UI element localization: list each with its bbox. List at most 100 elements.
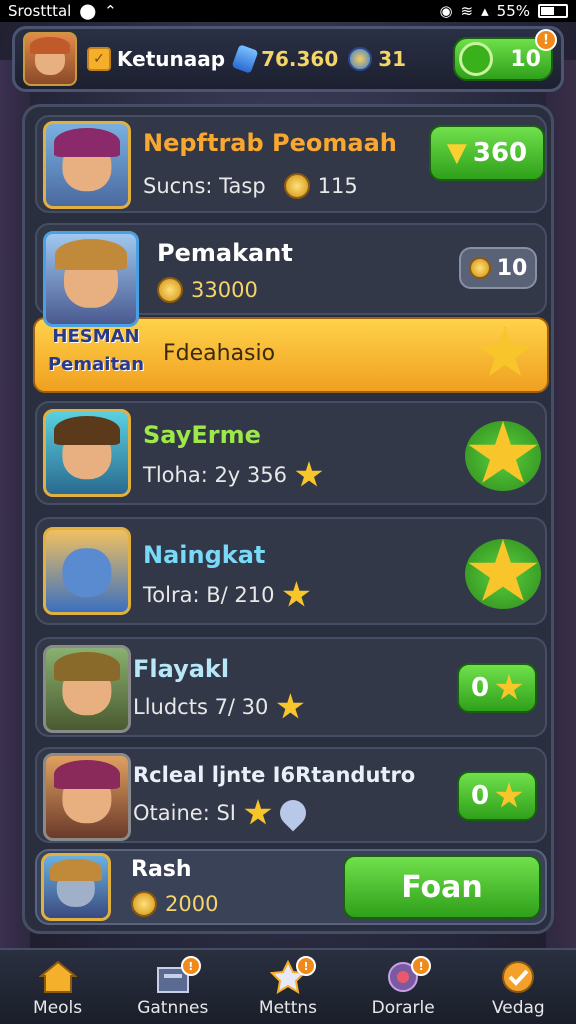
nav-label: Meols (33, 998, 83, 1018)
featured-coins-group: 33000 (157, 277, 258, 303)
list-item[interactable]: SayErme Tloha: 2y 356 (35, 401, 547, 505)
banner-logo-line2: Pemaitan (47, 354, 145, 375)
list-item[interactable]: Rcleal ljnte I6Rtandutro Otaine: SI 0 (35, 747, 547, 843)
star-icon (495, 782, 523, 808)
player-name: Naingkat (143, 541, 266, 569)
feather-icon (274, 794, 312, 832)
leaderboard-panel: Nepftrab Peomaah Sucns: Tasp 115 ▼ 360 P… (22, 104, 554, 934)
featured-coins: 33000 (191, 278, 258, 302)
footer-name: Rash (131, 857, 192, 882)
player-name: Ketunaap (117, 47, 226, 71)
header-count: 115 (317, 174, 358, 198)
nav-item-shop[interactable]: ! Gatnnes (123, 956, 223, 1018)
nav-notification-badge: ! (411, 956, 432, 976)
player-stat-group: Lludcts 7/ 30 (133, 693, 304, 721)
player-avatar[interactable] (23, 32, 77, 86)
player-stat: Lludcts 7/ 30 (133, 695, 269, 719)
featured-pill[interactable]: 10 (459, 247, 537, 289)
star-icon (478, 327, 532, 377)
down-arrow-icon: ▼ (446, 138, 467, 168)
header-title: Nepftrab Peomaah (143, 129, 397, 157)
nav-item-home[interactable]: Meols (8, 960, 108, 1018)
player-portrait (43, 409, 131, 497)
featured-name: Pemakant (157, 239, 293, 267)
player-portrait (43, 645, 131, 733)
energy-button[interactable]: 10 ! (453, 29, 557, 81)
player-name: Rcleal ljnte I6Rtandutro (133, 763, 416, 787)
app-status-icon: ⬤ (79, 2, 97, 20)
featured-portrait (43, 231, 139, 327)
star-icon (295, 461, 323, 487)
coin-icon (157, 277, 183, 303)
alarm-icon: ◉ (439, 2, 453, 20)
star-icon (244, 799, 272, 825)
coin-icon (131, 891, 157, 917)
player-stat: Tolra: B/ 210 (143, 583, 275, 607)
nav-label: Gatnnes (137, 998, 209, 1018)
banner-logo: HESMAN Pemaitan (41, 323, 151, 389)
energy-value: 10 (510, 46, 541, 72)
nav-label: Vedag (491, 998, 545, 1018)
wifi-icon: ≋ (460, 2, 474, 20)
star-icon (495, 674, 523, 700)
header-subtitle-group: Sucns: Tasp 115 (143, 173, 358, 199)
coin-value: 31 (378, 47, 407, 71)
status-bar: Srostttal ⬤ ⌃ ◉ ≋ ▴ 55% (0, 0, 576, 22)
footer-button-label: Foan (401, 869, 483, 905)
resource-bar: ✓ Ketunaap 76.360 31 10 ! (12, 26, 564, 92)
player-stat-group: Otaine: SI (133, 794, 312, 832)
gem-value: 76.360 (261, 47, 339, 71)
nav-label: Dorarle (371, 998, 435, 1018)
battery-icon (538, 4, 568, 18)
nav-item-tasks[interactable]: Vedag (468, 960, 568, 1018)
footer-action-button[interactable]: Foan (343, 855, 541, 919)
footer-coins: 2000 (165, 892, 219, 916)
header-subtitle: Sucns: Tasp (143, 174, 266, 198)
player-name-group: ✓ Ketunaap (87, 47, 225, 71)
nav-item-events[interactable]: ! Mettns (238, 956, 338, 1018)
signal-icon: ▴ (481, 2, 489, 20)
header-row[interactable]: Nepftrab Peomaah Sucns: Tasp 115 ▼ 360 (35, 115, 547, 213)
nav-notification-badge: ! (295, 956, 316, 976)
gem-counter[interactable]: 76.360 (231, 44, 339, 74)
claim-button[interactable]: 0 (457, 771, 537, 821)
footer-portrait (41, 853, 111, 921)
battery-level: 55% (496, 2, 530, 20)
list-item[interactable]: Naingkat Tolra: B/ 210 (35, 517, 547, 625)
player-portrait (43, 753, 131, 841)
footer-coins-group: 2000 (131, 891, 218, 917)
globe-icon (459, 42, 493, 76)
energy-notification-badge: ! (535, 29, 557, 51)
coin-square-icon: ✓ (87, 47, 111, 71)
header-value-button[interactable]: ▼ 360 (429, 125, 545, 181)
header-portrait (43, 121, 131, 209)
star-icon (282, 581, 310, 607)
coin-icon (468, 257, 491, 279)
claim-button[interactable]: 0 (457, 663, 537, 713)
nav-item-rewards[interactable]: ! Dorarle (353, 956, 453, 1018)
check-icon (502, 961, 535, 993)
claim-value: 0 (470, 673, 490, 703)
player-name: Flayakl (133, 655, 230, 683)
coin-icon (283, 173, 310, 199)
gem-icon (231, 44, 259, 74)
nav-label: Mettns (258, 998, 318, 1018)
banner-logo-line1: HESMAN (52, 326, 140, 347)
nav-notification-badge: ! (180, 956, 201, 976)
player-stat: Otaine: SI (133, 801, 236, 825)
footer-row: Rash 2000 Foan (35, 849, 547, 925)
bottom-navigation: Meols ! Gatnnes ! Mettns ! Dorarle Vedag (0, 948, 576, 1024)
featured-banner[interactable]: HESMAN Pemaitan Fdeahasio (33, 317, 549, 393)
notification-icon: ⌃ (104, 2, 117, 20)
banner-text: Fdeahasio (163, 341, 276, 366)
coin-counter[interactable]: 31 (348, 47, 406, 71)
list-item[interactable]: Flayakl Lludcts 7/ 30 0 (35, 637, 547, 737)
player-stat-group: Tolra: B/ 210 (143, 581, 310, 609)
player-stat: Tloha: 2y 356 (143, 463, 287, 487)
coin-icon (348, 47, 373, 71)
star-icon (276, 693, 304, 719)
claim-value: 0 (470, 781, 490, 811)
home-icon (38, 960, 77, 993)
carrier-label: Srostttal (8, 2, 72, 20)
player-name: SayErme (143, 421, 261, 449)
